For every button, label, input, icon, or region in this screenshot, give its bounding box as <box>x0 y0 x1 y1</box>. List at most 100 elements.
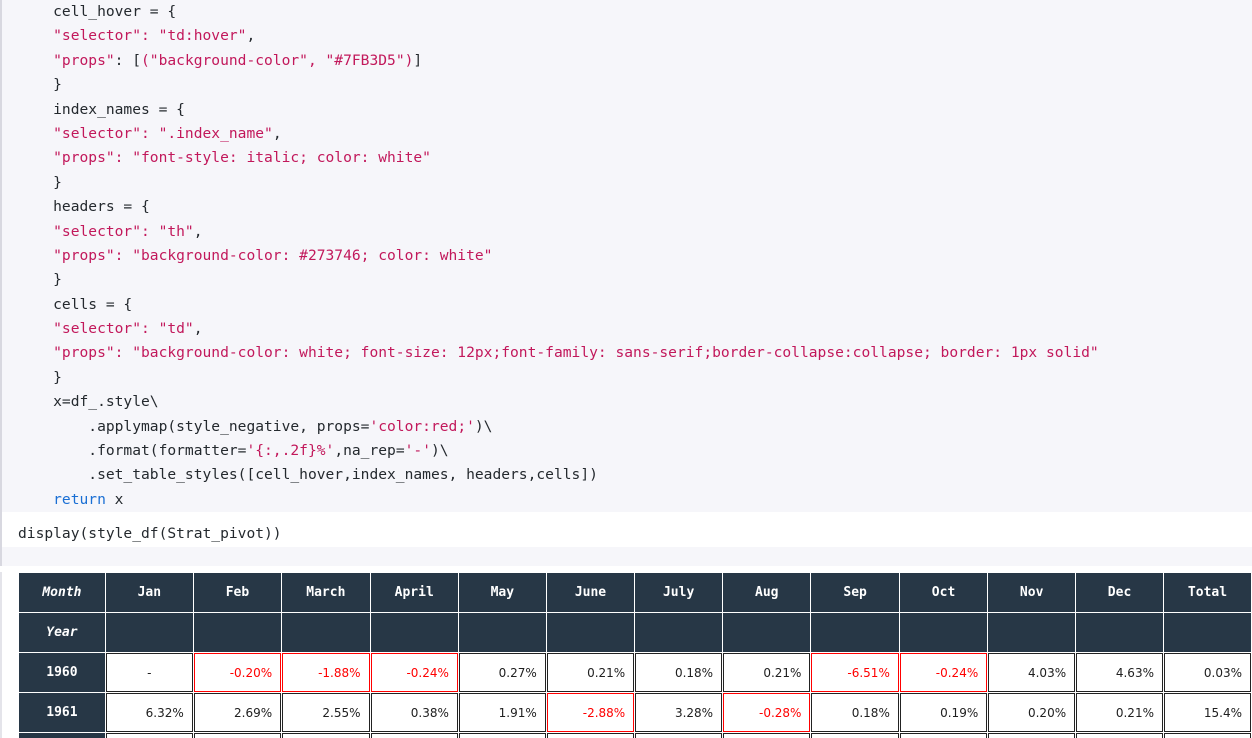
code-token: , <box>272 124 282 142</box>
header-row-year: Year <box>19 613 1251 652</box>
code-token: 'color:red;' <box>369 417 475 435</box>
table-cell: 0.21% <box>723 653 811 692</box>
table-cell-partial <box>1076 733 1163 738</box>
column-header-may: May <box>458 573 546 612</box>
code-token: ,na_rep= <box>334 442 405 460</box>
code-line-6: "props": "font-style: italic; color: whi… <box>18 146 1244 170</box>
code-token: .format(formatter= <box>18 442 247 460</box>
code-token: "props" <box>18 51 115 69</box>
code-token: "props": "background-color: #273746; col… <box>18 246 493 264</box>
column-header-spacer <box>282 613 370 652</box>
code-token: .set_table_styles([cell_hover,index_name… <box>18 466 598 484</box>
column-header-july: July <box>635 573 723 612</box>
column-header-oct: Oct <box>899 573 988 612</box>
code-line-8: headers = { <box>18 195 1244 219</box>
code-token: } <box>18 271 62 289</box>
code-line-19: .set_table_styles([cell_hover,index_name… <box>18 463 1244 487</box>
table-cell-partial <box>282 733 370 738</box>
code-token: } <box>18 173 62 191</box>
table-cell-partial <box>105 733 193 738</box>
row-header-year: 1960 <box>19 653 105 692</box>
table-cell-partial <box>370 733 458 738</box>
table-cell: 6.32% <box>105 693 193 732</box>
table-cell: -0.20% <box>193 653 282 692</box>
row-header-year: 1961 <box>19 693 105 732</box>
table-cell: 4.63% <box>1076 653 1163 692</box>
code-cell[interactable]: cell_hover = { "selector": "td:hover", "… <box>0 0 1252 566</box>
column-header-june: June <box>546 573 635 612</box>
index-name-month: Month <box>19 573 105 612</box>
column-header-spacer <box>723 613 811 652</box>
table-cell: -1.88% <box>282 653 370 692</box>
code-token: "props": "background-color: white; font-… <box>18 344 1099 362</box>
code-token: cells = { <box>18 295 133 313</box>
code-token: : [ <box>114 51 142 69</box>
code-token: index_names = { <box>18 100 185 118</box>
code-line-4: index_names = { <box>18 98 1244 122</box>
table-cell: -0.24% <box>370 653 458 692</box>
column-header-spacer <box>370 613 458 652</box>
code-token: } <box>18 76 62 94</box>
code-line-18: .format(formatter='{:,.2f}%',na_rep='-')… <box>18 439 1244 463</box>
column-header-spacer <box>458 613 546 652</box>
header-row-month: Month Jan Feb March April May June July Aug Sep O… <box>19 573 1251 612</box>
column-header-nov: Nov <box>988 573 1076 612</box>
code-line-13: "selector": "td", <box>18 317 1244 341</box>
code-line-7: } <box>18 171 1244 195</box>
table-head: Month Jan Feb March April May June July Aug Sep O… <box>19 573 1251 652</box>
notebook-page: cell_hover = { "selector": "td:hover", "… <box>0 0 1252 738</box>
column-header-spacer <box>105 613 193 652</box>
column-header-dec: Dec <box>1076 573 1163 612</box>
display-call-line[interactable]: display(style_df(Strat_pivot)) <box>2 512 1252 547</box>
styled-dataframe-table: Month Jan Feb March April May June July Aug Sep O… <box>18 572 1252 738</box>
column-header-spacer <box>811 613 899 652</box>
code-token: '{:,.2f}%' <box>246 442 335 460</box>
row-header-partial <box>19 733 105 738</box>
table-cell: 0.19% <box>899 693 988 732</box>
table-cell-partial <box>899 733 988 738</box>
table-cell: 0.38% <box>370 693 458 732</box>
column-header-spacer <box>546 613 635 652</box>
table-cell: -0.24% <box>899 653 988 692</box>
code-line-17: .applymap(style_negative, props='color:r… <box>18 415 1244 439</box>
table-cell: 0.03% <box>1163 653 1251 692</box>
column-header-spacer <box>1163 613 1251 652</box>
table-cell-partial <box>723 733 811 738</box>
table-cell-partial <box>811 733 899 738</box>
code-token: cell_hover = { <box>18 3 177 20</box>
code-line-5: "selector": ".index_name", <box>18 122 1244 146</box>
column-header-april: April <box>370 573 458 612</box>
table-cell: 3.28% <box>635 693 723 732</box>
code-line-15: } <box>18 366 1244 390</box>
table-cell-partial <box>458 733 546 738</box>
table-cell: 1.91% <box>458 693 546 732</box>
code-token: '-' <box>404 442 431 460</box>
table-cell-partial <box>193 733 282 738</box>
table-row: 1960- -0.20% -1.88% -0.24% 0.27% 0.21% 0.18% 0.… <box>19 653 1251 692</box>
code-line-3: } <box>18 73 1244 97</box>
table-cell: 2.55% <box>282 693 370 732</box>
dataframe-output[interactable]: Month Jan Feb March April May June July Aug Sep O… <box>0 572 1252 738</box>
table-cell: 0.18% <box>635 653 723 692</box>
code-token: )\ <box>474 417 493 435</box>
code-token: , <box>193 320 203 338</box>
code-source[interactable]: cell_hover = { "selector": "td:hover", "… <box>2 0 1252 512</box>
code-token: "props": "font-style: italic; color: whi… <box>18 149 431 167</box>
code-line-2: "props": [("background-color", "#7FB3D5"… <box>18 49 1244 73</box>
table-row: 1961 6.32% 2.69% 2.55% 0.38% 1.91% -2.88% 3.28%… <box>19 693 1251 732</box>
code-token: x <box>105 490 124 508</box>
code-line-0: cell_hover = { <box>18 0 1244 24</box>
column-header-total: Total <box>1163 573 1251 612</box>
column-header-sep: Sep <box>811 573 899 612</box>
table-cell-partial <box>988 733 1076 738</box>
code-token: )\ <box>430 442 449 460</box>
code-token: "selector": ".index_name" <box>18 124 273 142</box>
table-cell: 0.21% <box>546 653 635 692</box>
table-cell: 0.21% <box>1076 693 1163 732</box>
column-header-feb: Feb <box>193 573 282 612</box>
table-body: 1960- -0.20% -1.88% -0.24% 0.27% 0.21% 0.18% 0.… <box>19 653 1251 738</box>
code-token: headers = { <box>18 198 150 216</box>
code-line-16: x=df_.style\ <box>18 390 1244 414</box>
code-token: , <box>246 27 256 45</box>
code-line-10: "props": "background-color: #273746; col… <box>18 244 1244 268</box>
